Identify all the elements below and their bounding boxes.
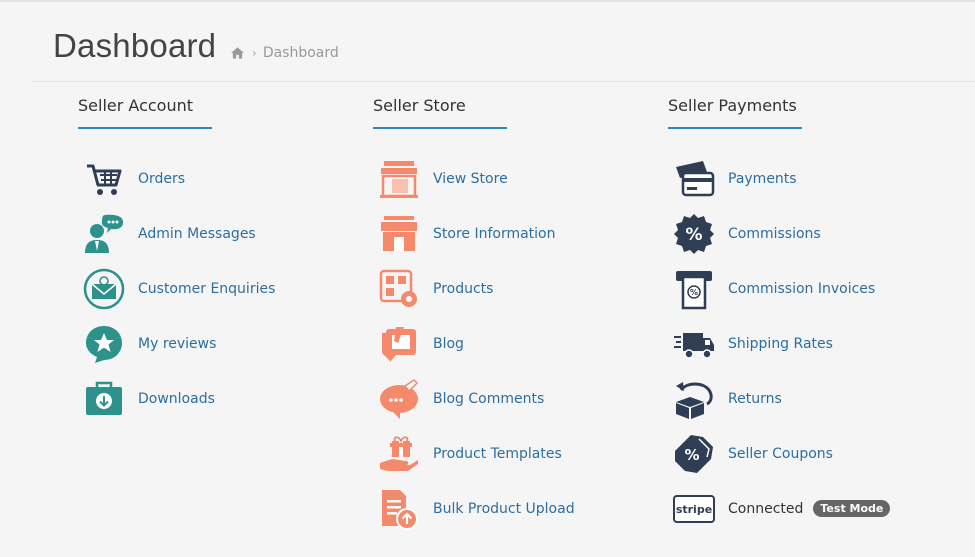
payments-link[interactable]: Payments — [668, 151, 948, 206]
bulk-product-upload-link[interactable]: Bulk Product Upload — [373, 481, 653, 536]
section-underline — [78, 127, 212, 129]
stripe-connection[interactable]: stripe Connected Test Mode — [668, 481, 948, 536]
truck-icon — [672, 322, 716, 366]
percent-badge-icon: % — [672, 212, 716, 256]
products-gear-icon — [377, 267, 421, 311]
item-label: Downloads — [138, 390, 215, 407]
blog-link[interactable]: Blog — [373, 316, 653, 371]
customer-enquiries-link[interactable]: Customer Enquiries — [78, 261, 358, 316]
test-mode-badge: Test Mode — [813, 500, 891, 517]
gift-hand-icon — [377, 432, 421, 476]
stripe-logo-icon: stripe — [672, 487, 716, 531]
svg-text:%: % — [690, 288, 698, 297]
item-label: Payments — [728, 170, 797, 187]
store-info-icon — [377, 212, 421, 256]
item-label: Bulk Product Upload — [433, 500, 575, 517]
blog-icon — [377, 322, 421, 366]
credit-card-icon — [672, 157, 716, 201]
section-title: Seller Account — [78, 96, 193, 115]
view-store-link[interactable]: View Store — [373, 151, 653, 206]
orders-link[interactable]: Orders — [78, 151, 358, 206]
stripe-status: Connected — [728, 500, 804, 517]
star-review-icon — [82, 322, 126, 366]
support-agent-icon — [82, 212, 126, 256]
seller-payments-section: Seller Payments Payments % Commissions %… — [668, 96, 948, 536]
item-label: Blog Comments — [433, 390, 545, 407]
product-templates-link[interactable]: Product Templates — [373, 426, 653, 481]
item-label: Seller Coupons — [728, 445, 833, 462]
my-reviews-link[interactable]: My reviews — [78, 316, 358, 371]
item-label: Returns — [728, 390, 782, 407]
section-title: Seller Payments — [668, 96, 797, 115]
storefront-icon — [377, 157, 421, 201]
svg-text:%: % — [685, 225, 702, 245]
item-label: Commission Invoices — [728, 280, 876, 297]
breadcrumb-separator: › — [252, 46, 257, 60]
invoice-icon: % — [672, 267, 716, 311]
section-title: Seller Store — [373, 96, 466, 115]
item-label: Customer Enquiries — [138, 280, 276, 297]
item-label: Admin Messages — [138, 225, 256, 242]
item-label: My reviews — [138, 335, 217, 352]
shipping-rates-link[interactable]: Shipping Rates — [668, 316, 948, 371]
download-box-icon — [82, 377, 126, 421]
coupon-icon: % — [672, 432, 716, 476]
item-label: Blog — [433, 335, 464, 352]
seller-store-section: Seller Store View Store Store Informatio… — [373, 96, 653, 536]
email-enquiry-icon — [82, 267, 126, 311]
page-title: Dashboard — [53, 27, 217, 64]
return-box-icon — [672, 377, 716, 421]
admin-messages-link[interactable]: Admin Messages — [78, 206, 358, 261]
page-header: Dashboard › Dashboard — [32, 0, 975, 82]
item-label: View Store — [433, 170, 508, 187]
breadcrumb: › Dashboard — [231, 45, 339, 61]
commission-invoices-link[interactable]: % Commission Invoices — [668, 261, 948, 316]
upload-file-icon — [377, 487, 421, 531]
svg-text:%: % — [684, 446, 699, 464]
svg-text:stripe: stripe — [676, 503, 712, 516]
returns-link[interactable]: Returns — [668, 371, 948, 426]
commissions-link[interactable]: % Commissions — [668, 206, 948, 261]
downloads-link[interactable]: Downloads — [78, 371, 358, 426]
cart-icon — [82, 157, 126, 201]
blog-comments-link[interactable]: Blog Comments — [373, 371, 653, 426]
item-label: Products — [433, 280, 494, 297]
item-label: Shipping Rates — [728, 335, 833, 352]
home-icon[interactable] — [231, 47, 244, 59]
seller-coupons-link[interactable]: % Seller Coupons — [668, 426, 948, 481]
item-label: Orders — [138, 170, 186, 187]
comment-bubble-icon — [377, 377, 421, 421]
seller-account-section: Seller Account Orders Admin Messages Cus… — [78, 96, 358, 426]
section-underline — [668, 127, 802, 129]
item-label: Commissions — [728, 225, 821, 242]
store-information-link[interactable]: Store Information — [373, 206, 653, 261]
products-link[interactable]: Products — [373, 261, 653, 316]
section-underline — [373, 127, 507, 129]
breadcrumb-current: Dashboard — [262, 45, 339, 61]
item-label: Store Information — [433, 225, 556, 242]
item-label: Product Templates — [433, 445, 562, 462]
